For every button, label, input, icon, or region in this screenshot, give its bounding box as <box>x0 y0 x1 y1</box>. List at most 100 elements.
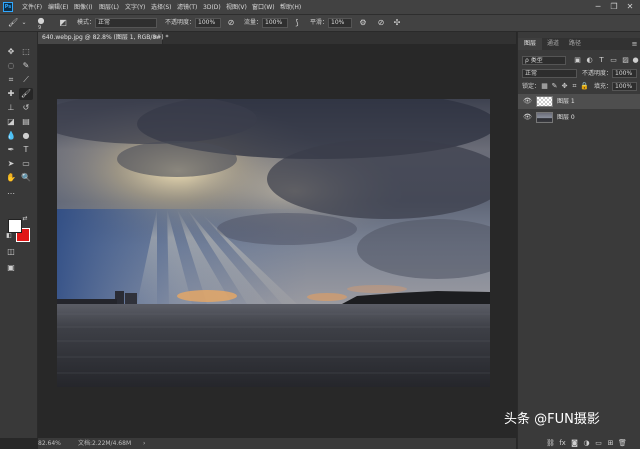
zoom-level[interactable]: 82.64% <box>38 439 61 448</box>
filter-pixel-icon[interactable]: ▣ <box>573 56 582 65</box>
opacity-input[interactable]: 100% <box>195 18 221 28</box>
new-group-icon[interactable]: ▭ <box>594 439 603 448</box>
panel-opacity-label: 不透明度： <box>582 70 613 77</box>
pen-tool-icon[interactable]: ✒ <box>4 144 18 156</box>
symmetry-icon[interactable]: ✣ <box>392 18 402 28</box>
lock-artboard-icon[interactable]: ⌗ <box>570 82 579 91</box>
history-brush-tool-icon[interactable]: ↺ <box>19 102 33 114</box>
tab-layers[interactable]: 图层 <box>518 38 542 50</box>
close-tab-icon[interactable]: × <box>153 32 158 44</box>
blend-mode-select[interactable]: 正常 <box>522 69 577 78</box>
zoom-tool-icon[interactable]: 🔍 <box>19 172 33 184</box>
layer-filter-value: ρ 类型 <box>525 57 543 64</box>
shape-tool-icon[interactable]: ▭ <box>19 158 33 170</box>
status-arrow-icon[interactable]: › <box>143 439 145 448</box>
opacity-label: 不透明度： <box>165 19 196 26</box>
menu-select[interactable]: 选择(S) <box>151 3 172 12</box>
filter-smart-icon[interactable]: ▨ <box>621 56 630 65</box>
menu-type[interactable]: 文字(Y) <box>125 3 145 12</box>
close-window-button[interactable]: ✕ <box>624 1 636 13</box>
smooth-input[interactable]: 10% <box>328 18 352 28</box>
document-tab[interactable]: 640.webp.jpg @ 82.8% (图层 1, RGB/8#) * × <box>38 32 168 44</box>
flow-label: 流量： <box>244 19 263 26</box>
dodge-tool-icon[interactable]: ● <box>19 130 33 142</box>
mode-select[interactable]: 正常 <box>95 18 157 28</box>
lock-transparent-icon[interactable]: ▦ <box>540 82 549 91</box>
blur-tool-icon[interactable]: 💧 <box>4 130 18 142</box>
lasso-tool-icon[interactable]: ◌ <box>4 60 18 72</box>
eraser-tool-icon[interactable]: ◪ <box>4 116 18 128</box>
menu-layer[interactable]: 图层(L) <box>99 3 119 12</box>
quick-mask-icon[interactable]: ◫ <box>4 246 18 258</box>
more-tools-icon[interactable]: ⋯ <box>4 188 18 200</box>
eye-icon[interactable]: 👁 <box>523 97 532 105</box>
panel-menu-icon[interactable]: ≡ <box>630 40 639 49</box>
menu-edit[interactable]: 编辑(E) <box>48 3 68 12</box>
menu-image[interactable]: 图像(I) <box>74 3 92 12</box>
blend-mode-value: 正常 <box>525 70 538 77</box>
menu-window[interactable]: 窗口(W) <box>252 3 275 12</box>
default-colors-icon[interactable]: ◧ <box>5 232 13 240</box>
filter-adjust-icon[interactable]: ◐ <box>585 56 594 65</box>
layer-style-icon[interactable]: fx <box>558 439 567 448</box>
adjustment-layer-icon[interactable]: ◑ <box>582 439 591 448</box>
filter-shape-icon[interactable]: ▭ <box>609 56 618 65</box>
brush-tool-icon[interactable]: 🖌 <box>19 88 33 100</box>
menu-help[interactable]: 帮助(H) <box>280 3 301 12</box>
airbrush-icon[interactable]: ⟆ <box>292 18 302 28</box>
menu-3d[interactable]: 3D(D) <box>203 3 221 12</box>
chevron-down-icon[interactable]: ⌄ <box>19 18 29 28</box>
path-select-tool-icon[interactable]: ➤ <box>4 158 18 170</box>
minimize-button[interactable]: ─ <box>592 1 604 13</box>
gradient-tool-icon[interactable]: ▤ <box>19 116 33 128</box>
layer-row[interactable]: 👁 图层 0 <box>518 110 640 125</box>
clone-stamp-tool-icon[interactable]: ⊥ <box>4 102 18 114</box>
add-mask-icon[interactable]: ◙ <box>570 439 579 448</box>
foreground-color-swatch[interactable] <box>8 219 22 233</box>
tab-channels[interactable]: 通道 <box>542 38 564 50</box>
crop-tool-icon[interactable]: ⌗ <box>4 74 18 86</box>
panel-opacity-input[interactable]: 100% <box>612 69 637 78</box>
brush-tool-preset-icon[interactable]: 🖌 <box>8 18 18 28</box>
screen-mode-icon[interactable]: ▣ <box>4 262 18 274</box>
quick-select-tool-icon[interactable]: ✎ <box>19 60 33 72</box>
restore-button[interactable]: ❐ <box>608 1 620 13</box>
swap-colors-icon[interactable]: ⇄ <box>21 215 29 223</box>
document-image[interactable] <box>57 99 490 387</box>
layer-filter-select[interactable]: ρ 类型 <box>522 56 566 65</box>
mode-select-value: 正常 <box>98 19 111 26</box>
canvas-area[interactable] <box>38 44 516 438</box>
filter-toggle-icon[interactable]: ● <box>631 56 640 65</box>
lock-position-icon[interactable]: ✥ <box>560 82 569 91</box>
pressure-opacity-icon[interactable]: ⊘ <box>226 18 236 28</box>
layer-thumbnail <box>536 96 553 107</box>
tools-panel: ✥ ⬚ ◌ ✎ ⌗ ⟋ ✚ 🖌 ⊥ ↺ ◪ ▤ 💧 ● ✒ T ➤ ▭ ✋ 🔍 … <box>0 32 38 438</box>
menu-file[interactable]: 文件(F) <box>22 3 42 12</box>
tab-paths[interactable]: 路径 <box>564 38 586 50</box>
eye-icon[interactable]: 👁 <box>523 113 532 121</box>
link-layers-icon[interactable]: ⛓ <box>546 439 555 448</box>
move-tool-icon[interactable]: ✥ <box>4 46 18 58</box>
type-tool-icon[interactable]: T <box>19 144 33 156</box>
gear-icon[interactable]: ⚙ <box>358 18 368 28</box>
document-size: 文档:2.22M/4.68M <box>78 440 132 447</box>
fill-input[interactable]: 100% <box>612 82 637 91</box>
menu-view[interactable]: 视图(V) <box>226 3 247 12</box>
layer-row[interactable]: 👁 图层 1 <box>518 94 640 109</box>
document-tab-bar: 640.webp.jpg @ 82.8% (图层 1, RGB/8#) * × <box>38 32 516 44</box>
trash-icon[interactable]: 🗑 <box>618 439 627 448</box>
hand-tool-icon[interactable]: ✋ <box>4 172 18 184</box>
marquee-tool-icon[interactable]: ⬚ <box>19 46 33 58</box>
pressure-size-icon[interactable]: ⊘ <box>376 18 386 28</box>
menu-filter[interactable]: 滤镜(T) <box>177 3 197 12</box>
brush-settings-icon[interactable]: ◩ <box>58 18 68 28</box>
lock-pixels-icon[interactable]: ✎ <box>550 82 559 91</box>
new-layer-icon[interactable]: ⊞ <box>606 439 615 448</box>
eyedropper-tool-icon[interactable]: ⟋ <box>19 74 33 86</box>
layer-name: 图层 1 <box>557 98 575 105</box>
layer-thumbnail <box>536 112 553 123</box>
healing-brush-tool-icon[interactable]: ✚ <box>4 88 18 100</box>
lock-all-icon[interactable]: 🔒 <box>580 82 589 91</box>
flow-input[interactable]: 100% <box>262 18 288 28</box>
filter-type-icon[interactable]: T <box>597 56 606 65</box>
